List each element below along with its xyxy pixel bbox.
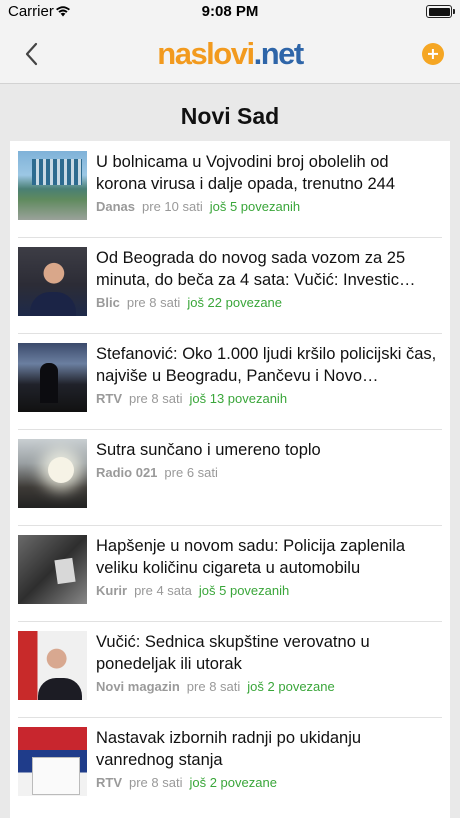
news-item[interactable]: Stefanović: Oko 1.000 ljudi kršilo polic…	[10, 333, 450, 429]
article-headline: Hapšenje u novom sadu: Policija zaplenil…	[96, 537, 406, 577]
related-articles-link[interactable]: još 2 povezane	[189, 775, 276, 790]
article-source: RTV	[96, 775, 122, 790]
article-source: Blic	[96, 295, 120, 310]
article-time: pre 6 sati	[164, 465, 218, 480]
article-headline: Nastavak izbornih radnji po ukidanju van…	[96, 729, 362, 769]
article-headline: Vučić: Sednica skupštine verovatno u pon…	[96, 633, 370, 673]
battery-icon	[426, 5, 455, 18]
news-item[interactable]: Sutra sunčano i umereno toplo Radio 021 p…	[10, 429, 450, 525]
article-thumbnail	[18, 247, 87, 316]
article-time: pre 8 sati	[129, 391, 183, 406]
status-time: 9:08 PM	[201, 3, 259, 20]
related-articles-link[interactable]: još 13 povezanih	[189, 391, 287, 406]
news-item[interactable]: Nastavak izbornih radnji po ukidanju van…	[10, 717, 450, 813]
article-time: pre 8 sati	[129, 775, 183, 790]
news-item[interactable]: Od Beograda do novog sada vozom za 25 mi…	[10, 237, 450, 333]
app-logo: naslovi.net	[157, 36, 304, 71]
article-source: Kurir	[96, 583, 128, 598]
article-headline: Stefanović: Oko 1.000 ljudi kršilo polic…	[96, 345, 437, 385]
article-thumbnail	[18, 535, 87, 604]
add-button[interactable]	[422, 43, 444, 65]
article-source: Novi magazin	[96, 679, 180, 694]
article-thumbnail	[18, 631, 87, 700]
article-thumbnail	[18, 151, 87, 220]
article-headline: U bolnicama u Vojvodini broj obolelih od…	[96, 153, 396, 193]
related-articles-link[interactable]: još 5 povezanih	[199, 583, 289, 598]
related-articles-link[interactable]: još 2 povezane	[247, 679, 334, 694]
article-thumbnail	[18, 727, 87, 796]
article-time: pre 10 sati	[142, 199, 203, 214]
article-source: RTV	[96, 391, 122, 406]
news-item[interactable]: Vučić: Sednica skupštine verovatno u pon…	[10, 621, 450, 717]
page-title: Novi Sad	[180, 103, 280, 129]
article-source: Radio 021	[96, 465, 158, 480]
article-headline: Od Beograda do novog sada vozom za 25 mi…	[96, 249, 416, 289]
article-headline: Sutra sunčano i umereno toplo	[96, 441, 321, 459]
article-thumbnail	[18, 343, 87, 412]
related-articles-link[interactable]: još 22 povezane	[187, 295, 282, 310]
navigation-bar: naslovi.net	[0, 24, 460, 84]
news-item[interactable]: Hapšenje u novom sadu: Policija zaplenil…	[10, 525, 450, 621]
news-feed[interactable]: U bolnicama u Vojvodini broj obolelih od…	[10, 141, 450, 818]
related-articles-link[interactable]: još 5 povezanih	[210, 199, 300, 214]
article-time: pre 4 sata	[134, 583, 192, 598]
news-item[interactable]: U bolnicama u Vojvodini broj obolelih od…	[10, 141, 450, 237]
article-time: pre 8 sati	[186, 679, 241, 694]
article-thumbnail	[18, 439, 87, 508]
article-source: Danas	[96, 199, 136, 214]
article-time: pre 8 sati	[126, 295, 181, 310]
status-bar: Carrier 9:08 PM	[0, 0, 460, 24]
